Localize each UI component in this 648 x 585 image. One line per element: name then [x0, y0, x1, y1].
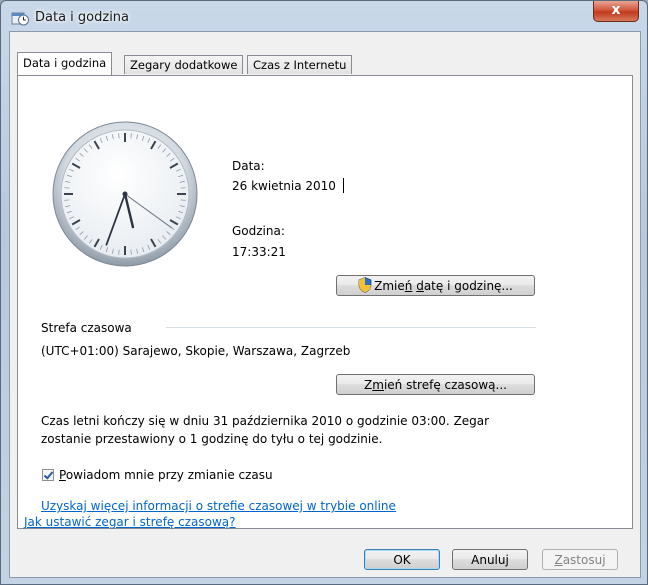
apply-button-accelerator: Z [554, 553, 563, 567]
tab-date-time-label: Data i godzina [23, 56, 107, 70]
date-value[interactable]: 26 kwietnia 2010 [232, 179, 336, 193]
tab-date-time[interactable]: Data i godzina [17, 52, 113, 75]
date-label: Data: [232, 159, 265, 173]
uac-shield-icon [358, 277, 372, 293]
apply-button-label-rest: astosuj [562, 553, 606, 567]
analog-clock [52, 121, 198, 267]
clock-minute-tick [64, 199, 70, 201]
tab-additional-clocks-label: Zegary dodatkowe [130, 58, 238, 72]
cancel-button-label: Anuluj [471, 553, 509, 567]
change-date-time-button[interactable]: Zmień datę i godzinę... [336, 275, 535, 296]
clock-minute-tick [180, 199, 186, 201]
timezone-section-label: Strefa czasowa [41, 321, 132, 335]
time-label: Godzina: [232, 224, 285, 238]
cancel-button[interactable]: Anuluj [452, 549, 528, 570]
how-to-set-clock-link[interactable]: Jak ustawić zegar i strefę czasową? [24, 515, 236, 529]
change-date-time-accelerator-2: d [416, 279, 424, 293]
more-info-link[interactable]: Uzyskaj więcej informacji o strefie czas… [41, 499, 396, 513]
dialog-client-area: Data i godzina Zegary dodatkowe Czas z I… [9, 31, 641, 578]
change-timezone-accelerator: m [372, 378, 384, 392]
window-title: Data i godzina [35, 10, 130, 25]
clock-minute-tick [118, 133, 120, 139]
ok-button-label: OK [393, 553, 411, 567]
clock-minute-tick [64, 187, 70, 189]
tab-additional-clocks[interactable]: Zegary dodatkowe [124, 55, 244, 74]
notify-checkbox[interactable] [42, 469, 54, 481]
timezone-value: (UTC+01:00) Sarajewo, Skopie, Warszawa, … [41, 344, 351, 358]
clock-minute-tick [130, 249, 132, 255]
dst-note-line-1: Czas letni kończy się w dniu 31 paździer… [41, 414, 490, 428]
clock-calendar-icon [11, 12, 29, 26]
clock-minute-tick [118, 249, 120, 255]
notify-checkbox-label[interactable]: Powiadom mnie przy zmianie czasu [59, 468, 273, 482]
change-timezone-button[interactable]: Zmień strefę czasową... [336, 374, 535, 395]
title-bar[interactable]: Data i godzina x [1, 1, 647, 35]
change-timezone-label-rest: ień strefę czasową... [383, 378, 507, 392]
close-icon: x [611, 2, 621, 18]
tab-internet-time[interactable]: Czas z Internetu [247, 55, 353, 74]
timezone-separator [166, 327, 536, 328]
change-timezone-label-part: Z [364, 378, 373, 392]
dst-note-line-2: zostanie przestawiony o 1 godzinę do tył… [41, 432, 383, 446]
apply-button[interactable]: Zastosuj [542, 549, 618, 570]
ok-button[interactable]: OK [364, 549, 440, 570]
change-date-time-label-part: Zmie [374, 279, 405, 293]
clock-minute-tick [180, 187, 186, 189]
time-value: 17:33:21 [232, 245, 286, 259]
tab-internet-time-label: Czas z Internetu [253, 58, 347, 72]
notify-checkbox-label-rest: owiadom mnie przy zmianie czasu [65, 468, 273, 482]
text-caret [343, 178, 344, 193]
change-date-time-label-rest: atę i godzinę... [423, 279, 513, 293]
dialog-window: Data i godzina x Data i godzina Zegary d… [0, 0, 648, 585]
close-button[interactable]: x [593, 1, 639, 22]
clock-minute-tick [130, 133, 132, 139]
tab-panel-date-time: Data: 26 kwietnia 2010 Godzina: 17:33:21… [17, 75, 633, 529]
notify-checkbox-accelerator: P [59, 468, 66, 482]
